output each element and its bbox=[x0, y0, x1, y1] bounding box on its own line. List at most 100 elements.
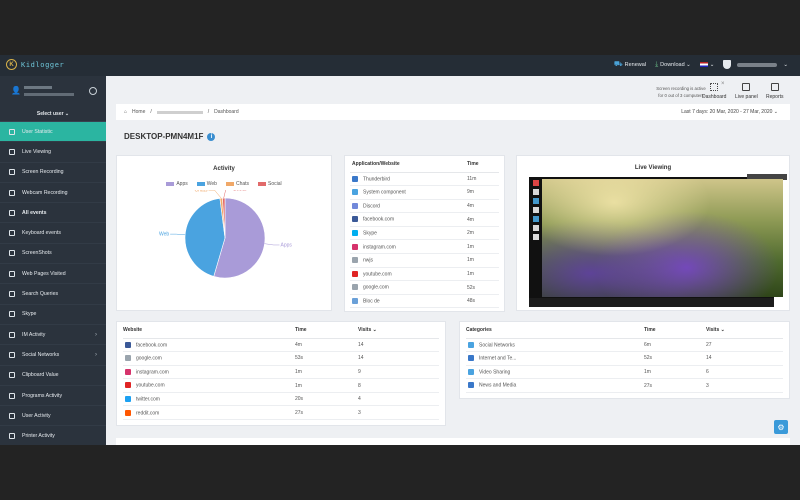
table-row[interactable]: google.com 53s 14 bbox=[123, 351, 439, 366]
pie-slice-label: Social bbox=[233, 190, 247, 193]
pie-label-leader bbox=[170, 233, 186, 236]
chevron-right-icon: › bbox=[95, 352, 97, 359]
table-cell: 52s bbox=[644, 351, 706, 366]
sidebar-item[interactable]: Skype bbox=[0, 305, 106, 325]
sidebar-item[interactable]: IM Activity › bbox=[0, 325, 106, 346]
legend-item[interactable]: Social bbox=[258, 181, 282, 187]
row-label: facebook.com bbox=[136, 341, 168, 348]
table-row[interactable]: Video Sharing 1m 6 bbox=[466, 365, 783, 380]
select-user-dropdown[interactable]: Select user ⌄ bbox=[0, 111, 106, 117]
breadcrumb-home[interactable]: Home bbox=[132, 109, 145, 115]
table-row[interactable]: nwjs 1m bbox=[350, 253, 499, 268]
table-row[interactable]: System component 9m bbox=[350, 185, 499, 200]
sidebar-item-label: Screen Recording bbox=[22, 169, 64, 176]
sidebar-item[interactable]: Printer Activity bbox=[0, 426, 106, 445]
gear-icon[interactable] bbox=[89, 87, 97, 95]
sidebar-item[interactable]: User Statistic bbox=[0, 122, 106, 143]
table-row[interactable]: instagram.com 1m bbox=[350, 239, 499, 255]
table-cell: 27s bbox=[295, 405, 358, 421]
sidebar-item[interactable]: Screen Recording bbox=[0, 163, 106, 183]
table-row[interactable]: facebook.com 4m 14 bbox=[123, 338, 439, 353]
screen-bezel-bottom bbox=[0, 445, 800, 500]
table-row[interactable]: google.com 52s bbox=[350, 280, 499, 295]
table-cell: 4 bbox=[358, 392, 439, 407]
legend-item[interactable]: Web bbox=[196, 181, 217, 187]
renewal-button[interactable]: ⛟ Renewal bbox=[614, 60, 646, 69]
language-selector[interactable]: ⌄ bbox=[699, 61, 715, 68]
tools-icon: ⚙ bbox=[777, 422, 785, 432]
user-icon bbox=[9, 412, 15, 419]
table-cell: Social Networks bbox=[466, 338, 644, 353]
table-row[interactable]: Social Networks 6m 27 bbox=[466, 338, 783, 353]
app-icon bbox=[352, 189, 358, 196]
sidebar-item[interactable]: User Activity bbox=[0, 406, 106, 427]
table-cell: 3 bbox=[358, 405, 439, 421]
table-row[interactable]: Bloc de 48s bbox=[350, 294, 499, 309]
table-cell: instagram.com bbox=[350, 239, 467, 255]
dashboard-link[interactable]: Dashboard bbox=[702, 83, 726, 100]
sidebar-item[interactable]: Live Viewing bbox=[0, 142, 106, 163]
sidebar-item-label: Programs Activity bbox=[22, 392, 63, 399]
table-row[interactable]: Thunderbird 11m bbox=[350, 172, 499, 187]
sidebar-item-label: User Statistic bbox=[22, 128, 53, 135]
account-menu[interactable]: ⌄ bbox=[723, 60, 788, 69]
table-row[interactable]: reddit.com 27s 3 bbox=[123, 405, 439, 421]
list-icon bbox=[9, 209, 15, 216]
date-range-picker[interactable]: Last 7 days: 20 Mar, 2020 - 27 Mar, 2020… bbox=[681, 109, 778, 115]
table-row[interactable]: facebook.com 4m bbox=[350, 212, 499, 227]
legend-item[interactable]: Chats bbox=[225, 181, 249, 187]
col-categories: Categories bbox=[466, 322, 644, 339]
reports-link[interactable]: Reports bbox=[766, 83, 784, 100]
social-icon bbox=[9, 351, 15, 358]
sidebar-item[interactable]: Web Pages Visited bbox=[0, 264, 106, 285]
categories-card: Categories Time Visits ⌄ Social Networks… bbox=[459, 321, 790, 399]
keyboard-icon bbox=[9, 230, 15, 237]
sidebar-item[interactable]: Social Networks › bbox=[0, 345, 106, 366]
table-cell: System component bbox=[350, 185, 467, 200]
col-visits[interactable]: Visits ⌄ bbox=[706, 322, 783, 339]
table-row[interactable]: Discord 4m bbox=[350, 199, 499, 214]
sidebar-item[interactable]: Clipboard Value bbox=[0, 366, 106, 386]
sidebar-item[interactable]: ScreenShots bbox=[0, 244, 106, 265]
table-row[interactable]: News and Media 27s 3 bbox=[466, 378, 783, 393]
globe-icon bbox=[9, 270, 15, 277]
logo[interactable]: K Kidlogger bbox=[6, 59, 64, 70]
table-cell: Bloc de bbox=[350, 294, 467, 309]
skype-icon bbox=[9, 311, 15, 318]
pie-label-leader bbox=[264, 243, 280, 246]
table-row[interactable]: Internet and Te... 52s 14 bbox=[466, 351, 783, 366]
sidebar-item[interactable]: Keyboard events bbox=[0, 223, 106, 244]
applications-table: Application/Website Time Thunderbird 11m S… bbox=[350, 156, 499, 309]
table-cell: 4m bbox=[467, 199, 499, 214]
computer-title: DESKTOP-PMN4M1F i bbox=[124, 132, 216, 141]
breadcrumb-computer-blurred[interactable] bbox=[156, 110, 203, 114]
sidebar-item[interactable]: Programs Activity bbox=[0, 386, 106, 407]
col-visits[interactable]: Visits ⌄ bbox=[358, 322, 439, 339]
table-row[interactable]: youtube.com 1m 8 bbox=[123, 378, 439, 393]
app-icon bbox=[352, 216, 358, 223]
table-cell: 1m bbox=[467, 239, 499, 255]
legend-item[interactable]: Apps bbox=[166, 181, 188, 187]
user-icon: 👤 bbox=[11, 86, 21, 95]
table-row[interactable]: youtube.com 1m bbox=[350, 267, 499, 282]
table-row[interactable]: Skype 2m bbox=[350, 226, 499, 241]
row-label: Discord bbox=[363, 203, 380, 210]
live-panel-link[interactable]: Live panel bbox=[735, 83, 758, 100]
clipboard-icon bbox=[9, 372, 15, 379]
info-icon[interactable]: i bbox=[207, 132, 216, 141]
table-cell: 3 bbox=[706, 378, 783, 393]
row-label: System component bbox=[363, 189, 406, 196]
sidebar-item[interactable]: Webcam Recording bbox=[0, 183, 106, 204]
download-button[interactable]: ⤓ Download ⌄ bbox=[655, 61, 691, 69]
language-caret: ⌄ bbox=[709, 61, 715, 68]
settings-float-button[interactable]: ⚙ bbox=[774, 420, 788, 434]
sidebar-item-label: Clipboard Value bbox=[22, 372, 59, 379]
table-row[interactable]: instagram.com 1m 9 bbox=[123, 365, 439, 380]
table-row[interactable]: twitter.com 20s 4 bbox=[123, 392, 439, 407]
sidebar-item[interactable]: Search Queries bbox=[0, 284, 106, 305]
next-section-card bbox=[116, 438, 790, 445]
sidebar-item[interactable]: All events bbox=[0, 203, 106, 224]
printer-icon bbox=[9, 433, 15, 440]
live-screen[interactable] bbox=[529, 174, 787, 307]
app-icon bbox=[352, 243, 358, 250]
